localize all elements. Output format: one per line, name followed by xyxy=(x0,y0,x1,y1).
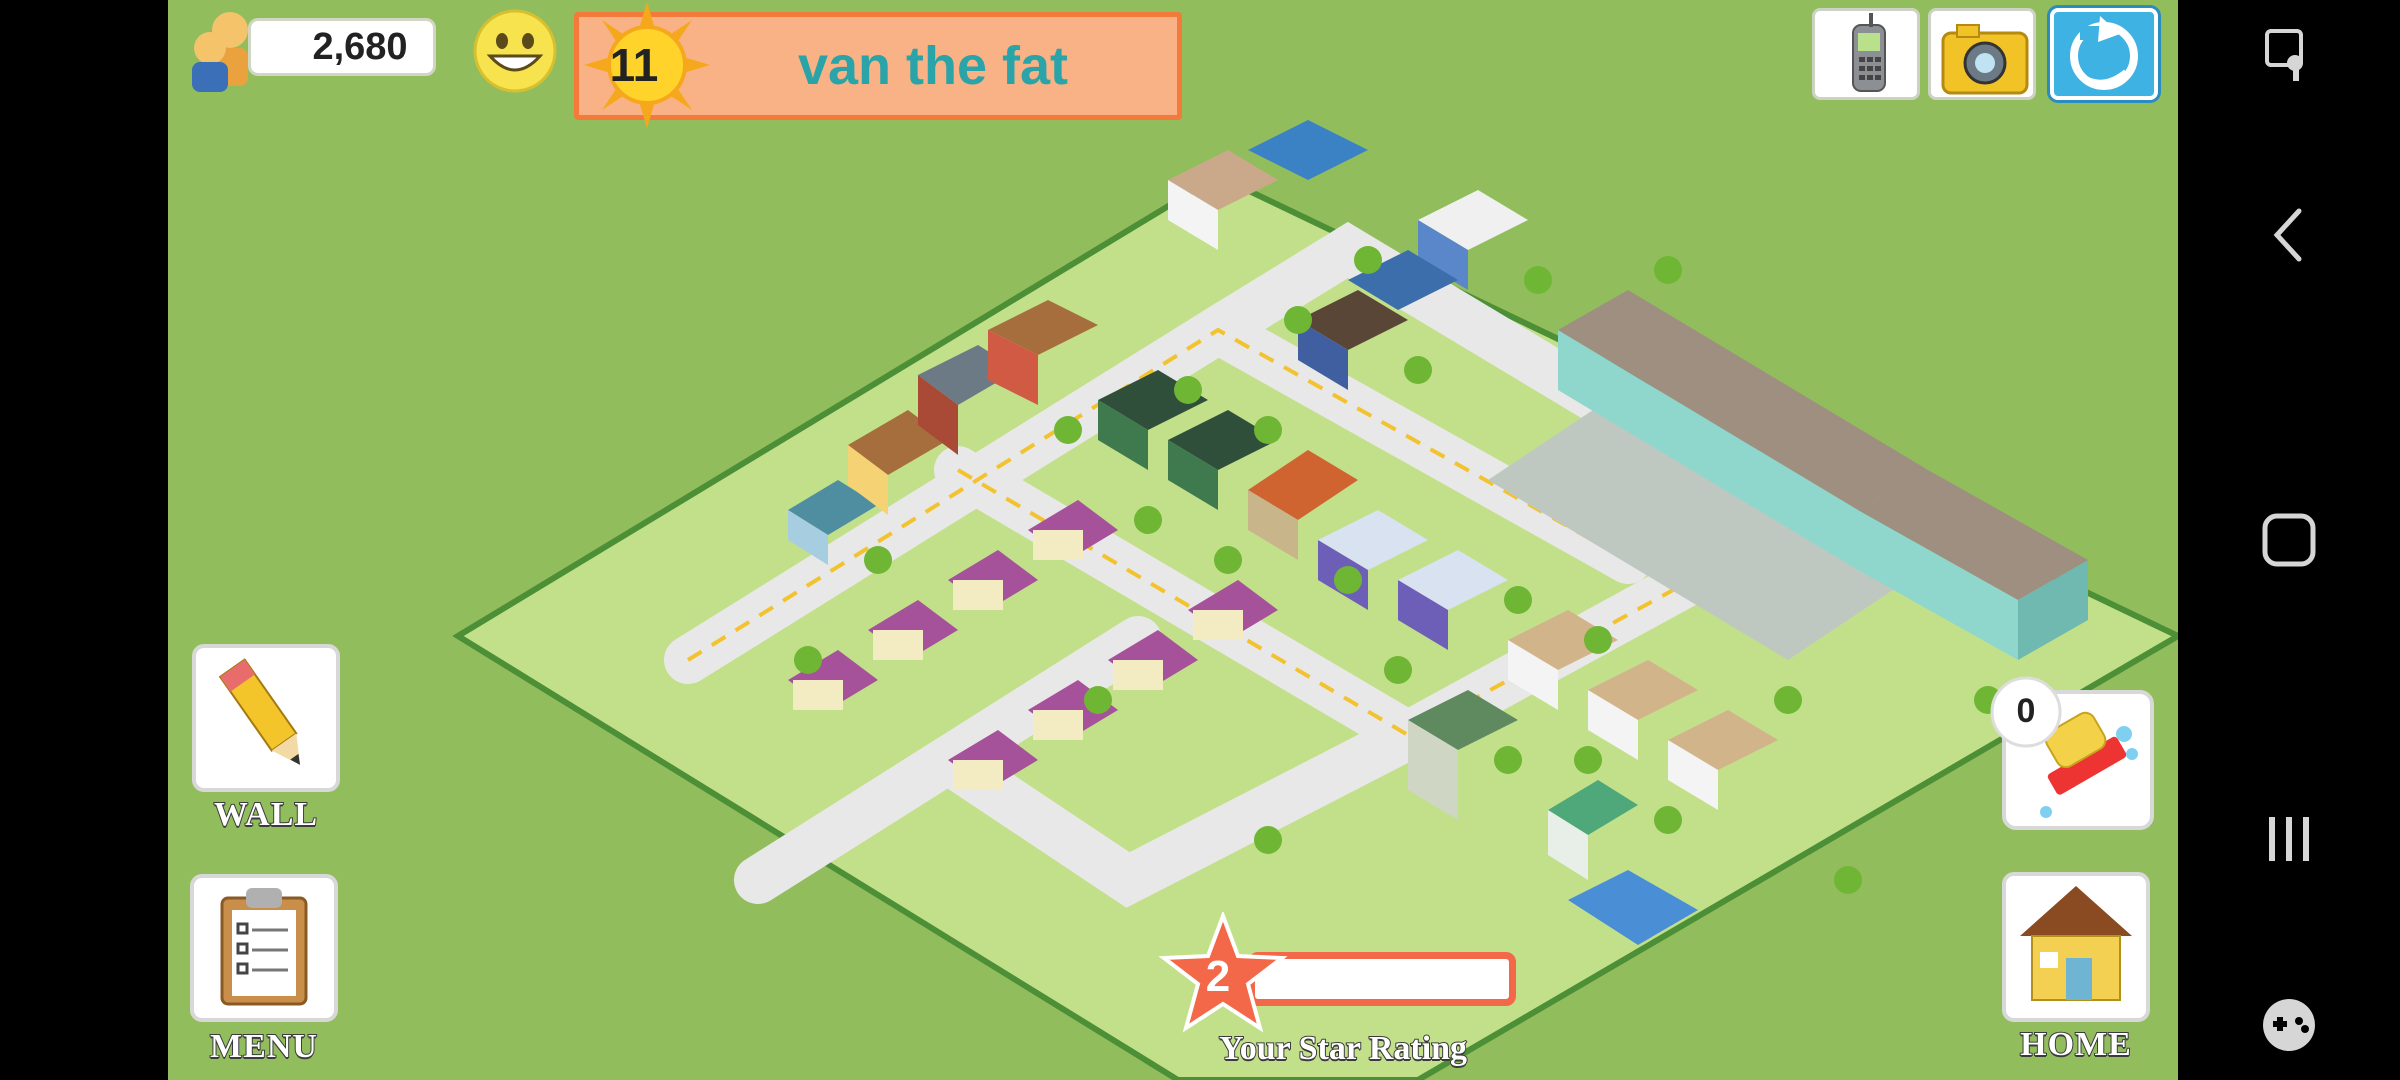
pencil-icon xyxy=(218,658,301,765)
share-icon xyxy=(2070,16,2138,90)
clipboard-icon xyxy=(220,888,308,1006)
menu-button[interactable] xyxy=(190,874,338,1022)
recents-button[interactable] xyxy=(2178,804,2400,874)
level-number: 11 xyxy=(609,39,659,91)
screen-pin-icon xyxy=(2265,29,2303,81)
home-button[interactable] xyxy=(2002,872,2150,1022)
screen-pin-button[interactable] xyxy=(2178,20,2400,90)
menu-label: MENU xyxy=(209,1027,318,1066)
recents-icon xyxy=(2269,817,2309,861)
home-nav-icon xyxy=(2262,513,2316,567)
wall-button[interactable] xyxy=(192,644,340,792)
home-label: HOME xyxy=(2019,1025,2132,1064)
star-rating-value: 2 xyxy=(1205,952,1231,1001)
house-icon xyxy=(2020,886,2132,1001)
back-icon xyxy=(2273,208,2302,262)
game-tools-button[interactable] xyxy=(2178,990,2400,1060)
game-viewport[interactable]: 2,680 van the fat 11 WALL MENU 2 Your St… xyxy=(168,0,2178,1080)
population-value: 2,680 xyxy=(312,25,408,68)
game-tools-icon xyxy=(2263,999,2315,1051)
phone-icon xyxy=(1852,13,1886,92)
population-counter: 2,680 xyxy=(248,18,436,76)
wall-label: WALL xyxy=(213,795,319,834)
phone-button[interactable] xyxy=(1812,8,1920,100)
back-button[interactable] xyxy=(2178,200,2400,270)
happiness-icon[interactable] xyxy=(472,8,558,94)
share-button[interactable] xyxy=(2050,8,2158,100)
home-nav-button[interactable] xyxy=(2178,500,2400,580)
star-rating-label: Your Star Rating xyxy=(1218,1029,1468,1068)
camera-button[interactable] xyxy=(1928,8,2036,100)
camera-icon xyxy=(1941,24,2029,95)
cleanup-count: 0 xyxy=(2016,692,2036,730)
android-nav-bar xyxy=(2178,0,2400,1080)
star-rating-progress-bar xyxy=(1248,952,1516,1006)
